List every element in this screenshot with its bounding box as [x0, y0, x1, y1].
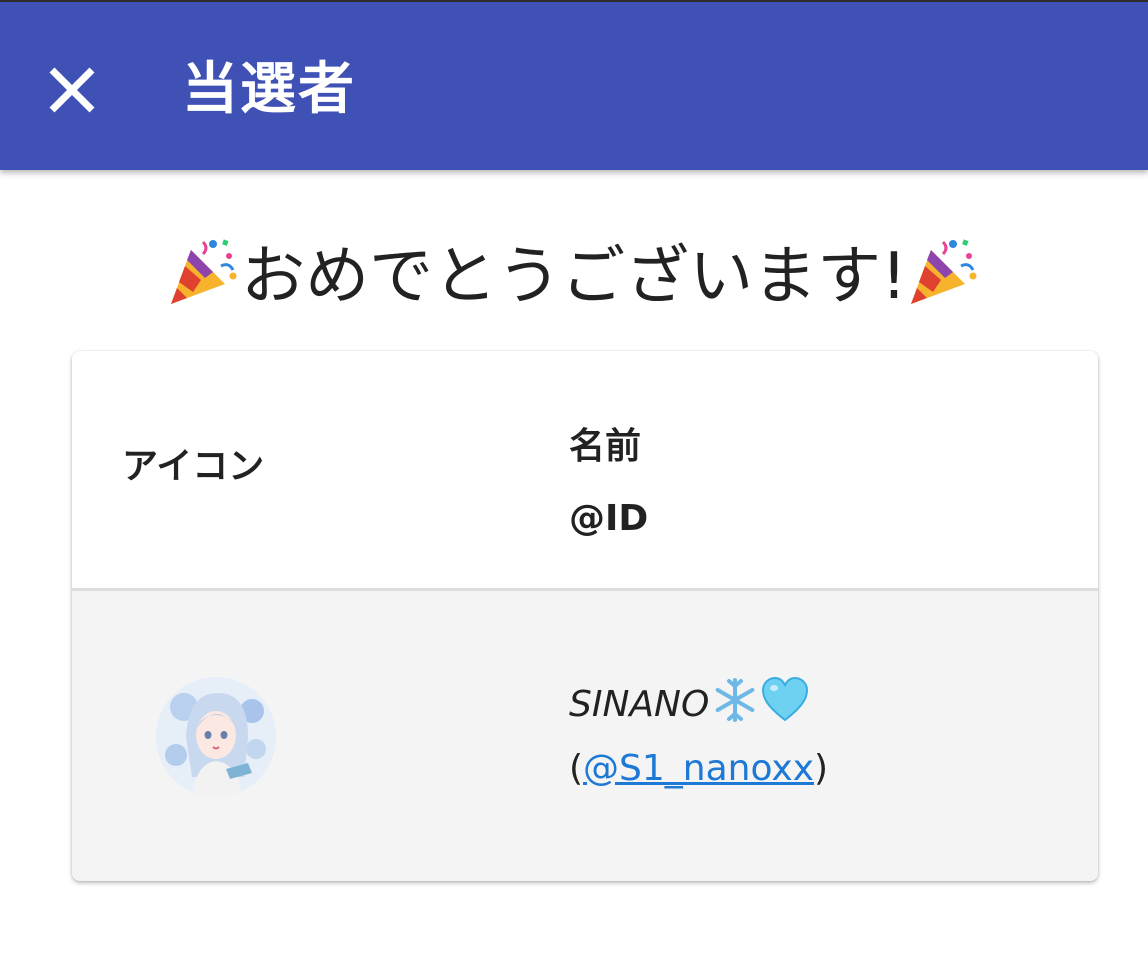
page-title: 当選者	[182, 57, 356, 122]
avatar	[156, 677, 276, 797]
column-header-id: @ID	[569, 498, 649, 539]
congrats-heading: おめでとうございます!	[0, 232, 1148, 322]
column-header-name-id: 名前 @ID	[569, 411, 648, 555]
winner-id-link[interactable]: @S1_nanoxx	[583, 748, 814, 789]
light-blue-heart-icon	[762, 676, 809, 722]
column-header-icon: アイコン	[122, 446, 265, 487]
winner-id-close-paren: )	[814, 748, 829, 789]
winner-id-open-paren: (	[569, 748, 584, 789]
winner-name: SINANO	[569, 684, 710, 725]
table-header-row: アイコン 名前 @ID	[72, 351, 1098, 591]
column-header-name: 名前	[569, 426, 642, 467]
close-icon	[49, 67, 95, 113]
winners-table: アイコン 名前 @ID SINANO (@S1_nanoxx)	[72, 351, 1098, 881]
snowflake-icon	[715, 678, 755, 722]
app-bar: 当選者	[0, 0, 1148, 170]
party-popper-icon	[910, 239, 977, 304]
winner-info: SINANO (@S1_nanoxx)	[569, 673, 828, 801]
party-popper-icon	[171, 239, 237, 304]
congrats-text: おめでとうございます!	[241, 240, 907, 314]
close-button[interactable]	[36, 54, 108, 126]
table-row: SINANO (@S1_nanoxx)	[72, 591, 1098, 881]
